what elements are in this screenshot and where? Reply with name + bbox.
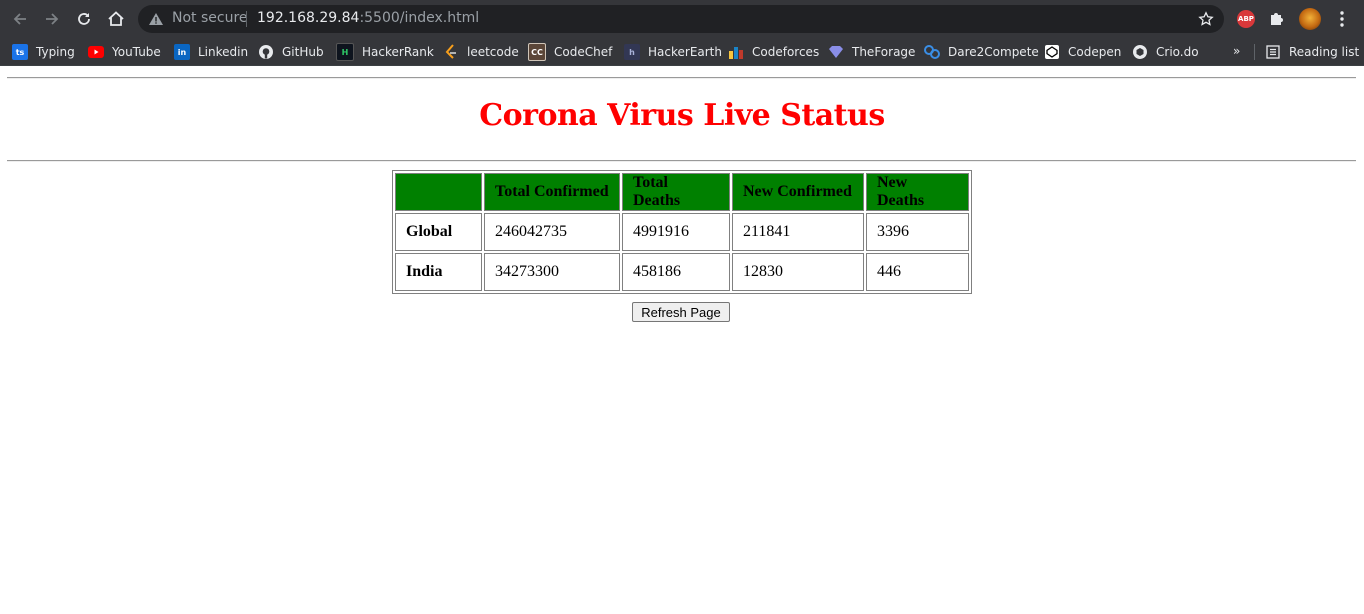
total-confirmed-cell: 246042735 [484, 213, 620, 251]
bookmark-leetcode[interactable]: leetcode [443, 42, 519, 62]
hackerearth-icon: h [624, 44, 640, 60]
bookmark-label: leetcode [467, 45, 519, 59]
bookmark-label: Codepen [1068, 45, 1122, 59]
bookmark-label: Linkedin [198, 45, 249, 59]
refresh-page-button[interactable]: Refresh Page [632, 302, 730, 322]
bookmark-hackerearth[interactable]: h HackerEarth [624, 42, 722, 62]
bookmark-theforage[interactable]: TheForage [828, 42, 915, 62]
forward-button[interactable] [38, 5, 66, 33]
bookmarks-divider [1254, 44, 1255, 60]
reading-list-icon [1265, 44, 1281, 60]
new-confirmed-cell: 211841 [732, 213, 864, 251]
bookmark-label: HackerRank [362, 45, 434, 59]
codepen-icon [1044, 44, 1060, 60]
header-blank-cell [395, 173, 482, 211]
dare2compete-icon [924, 44, 940, 60]
bookmark-github[interactable]: GitHub [258, 42, 324, 62]
header-total-confirmed: Total Confirmed [484, 173, 620, 211]
adblock-plus-icon[interactable]: ABP [1237, 10, 1255, 28]
reading-list-label: Reading list [1289, 45, 1360, 59]
row-label: India [395, 253, 482, 291]
bookmark-label: Crio.do [1156, 45, 1199, 59]
total-deaths-cell: 458186 [622, 253, 730, 291]
bookmarks-overflow-button[interactable]: » [1233, 44, 1240, 58]
bookmark-youtube[interactable]: YouTube [88, 42, 161, 62]
bookmark-label: CodeChef [554, 45, 613, 59]
bookmark-label: Codeforces [752, 45, 820, 59]
address-divider [246, 11, 247, 27]
home-button[interactable] [102, 5, 130, 33]
home-icon [108, 11, 124, 26]
github-icon [258, 44, 274, 60]
new-confirmed-cell: 12830 [732, 253, 864, 291]
bookmarks-bar: ts Typing YouTube in Linkedin GitHub H Hack… [0, 38, 1364, 66]
table-row: Global 246042735 4991916 211841 3396 [395, 213, 969, 251]
bookmark-typing[interactable]: ts Typing [12, 42, 75, 62]
url-path: :5500/index.html [359, 10, 480, 26]
profile-avatar[interactable] [1299, 8, 1321, 30]
header-total-deaths: Total Deaths [622, 173, 730, 211]
new-deaths-cell: 3396 [866, 213, 969, 251]
top-divider [7, 77, 1356, 79]
back-arrow-icon [13, 13, 26, 25]
bookmark-star-icon[interactable] [1198, 11, 1214, 27]
bookmark-label: YouTube [112, 45, 161, 59]
bookmark-label: Dare2Compete [948, 45, 1039, 59]
back-button[interactable] [6, 5, 34, 33]
theforage-icon [828, 44, 844, 60]
bookmark-label: GitHub [282, 45, 324, 59]
codechef-icon: CC [528, 43, 546, 61]
reload-button[interactable] [70, 5, 98, 33]
linkedin-icon: in [174, 44, 190, 60]
reading-list-button[interactable]: Reading list [1265, 42, 1359, 62]
leetcode-icon [443, 44, 459, 60]
bookmark-crio[interactable]: Crio.do [1132, 42, 1199, 62]
browser-toolbar: Not secure 192.168.29.84:5500/index.html… [0, 0, 1364, 38]
total-deaths-cell: 4991916 [622, 213, 730, 251]
hackerrank-icon: H [336, 43, 354, 61]
bookmark-codeforces[interactable]: Codeforces [728, 42, 819, 62]
reload-icon [78, 13, 90, 25]
security-label[interactable]: Not secure [172, 10, 248, 26]
bookmark-label: Typing [36, 45, 75, 59]
url-text[interactable]: 192.168.29.84:5500/index.html [257, 10, 479, 26]
bookmark-label: TheForage [852, 45, 916, 59]
crio-icon [1132, 44, 1148, 60]
bookmark-codechef[interactable]: CC CodeChef [528, 42, 612, 62]
new-deaths-cell: 446 [866, 253, 969, 291]
address-bar[interactable]: Not secure 192.168.29.84:5500/index.html [138, 5, 1224, 33]
url-host: 192.168.29.84 [257, 10, 360, 26]
forward-arrow-icon [46, 13, 59, 25]
bookmark-label: HackerEarth [648, 45, 722, 59]
more-menu-icon[interactable] [1333, 9, 1351, 29]
page-title: Corona Virus Live Status [479, 98, 885, 133]
total-confirmed-cell: 34273300 [484, 253, 620, 291]
codeforces-icon [728, 44, 744, 60]
header-new-deaths: New Deaths [866, 173, 969, 211]
youtube-icon [88, 44, 104, 60]
title-divider [7, 160, 1356, 162]
table-row: India 34273300 458186 12830 446 [395, 253, 969, 291]
extensions-puzzle-icon[interactable] [1268, 9, 1286, 27]
table-header-row: Total Confirmed Total Deaths New Confirm… [395, 173, 969, 211]
bookmark-hackerrank[interactable]: H HackerRank [336, 42, 434, 62]
covid-stats-table: Total Confirmed Total Deaths New Confirm… [392, 170, 972, 294]
header-new-confirmed: New Confirmed [732, 173, 864, 211]
warning-icon [149, 13, 163, 25]
bookmark-linkedin[interactable]: in Linkedin [174, 42, 248, 62]
bookmark-codepen[interactable]: Codepen [1044, 42, 1121, 62]
bookmark-dare2compete[interactable]: Dare2Compete [924, 42, 1039, 62]
row-label: Global [395, 213, 482, 251]
typing-icon: ts [12, 44, 28, 60]
